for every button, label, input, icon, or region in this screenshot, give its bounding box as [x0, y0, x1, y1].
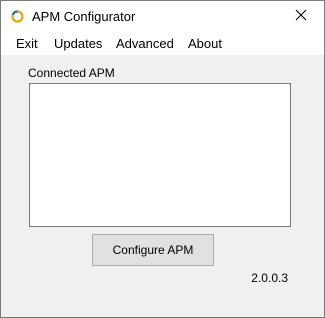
connected-apm-list[interactable] [29, 83, 291, 227]
app-ring-icon [11, 10, 24, 23]
title-bar[interactable]: APM Configurator [1, 1, 324, 32]
close-icon [295, 9, 307, 24]
version-label: 2.0.0.3 [251, 271, 288, 285]
menu-item-about[interactable]: About [188, 35, 222, 52]
configure-apm-button[interactable]: Configure APM [92, 234, 214, 266]
menu-item-exit[interactable]: Exit [16, 35, 38, 52]
menu-item-advanced[interactable]: Advanced [116, 35, 174, 52]
close-button[interactable] [278, 1, 324, 32]
window-title: APM Configurator [32, 9, 136, 24]
configure-apm-button-label: Configure APM [112, 243, 194, 257]
connected-apm-label: Connected APM [28, 66, 115, 80]
menu-bar: Exit Updates Advanced About [1, 32, 324, 55]
app-window: APM Configurator Exit Updates Advanced A… [0, 0, 325, 318]
menu-item-updates[interactable]: Updates [54, 35, 102, 52]
